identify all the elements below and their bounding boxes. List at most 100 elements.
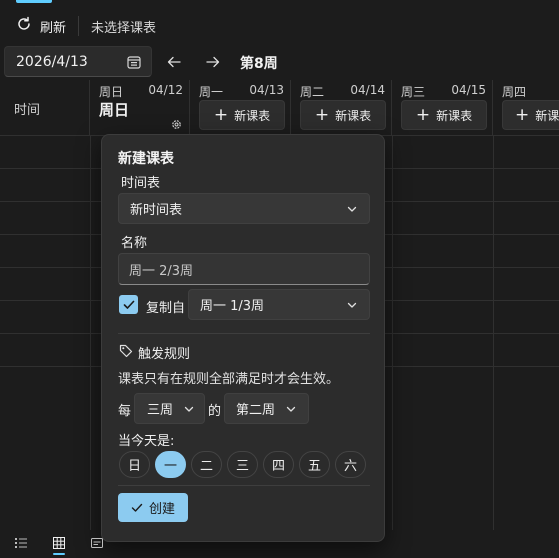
next-week-button[interactable] [201, 50, 225, 74]
time-column-header: 时间 [0, 80, 90, 136]
arrow-right-icon [206, 56, 220, 68]
date-label: 04/14 [350, 83, 385, 97]
copy-from-value: 周一 1/3周 [200, 299, 265, 314]
name-input[interactable]: 周一 2/3周 [118, 253, 370, 285]
of-label: 的 [208, 404, 222, 419]
name-value: 周一 2/3周 [129, 263, 194, 279]
plus-icon: + [213, 104, 229, 125]
weekday-toggle-label: 二 [199, 459, 213, 474]
trigger-rules-title: 触发规则 [138, 347, 191, 362]
check-icon [123, 300, 134, 309]
week-label: 第8周 [240, 56, 278, 72]
every-label: 每 [118, 404, 132, 419]
grid-column-line [493, 136, 494, 530]
date-picker[interactable]: 2026/4/13 [4, 46, 152, 77]
footer-divider [118, 485, 370, 486]
day-column-wednesday: 周三 04/15 + 新课表 [392, 80, 493, 136]
timetable-dropdown[interactable]: 新时间表 [118, 193, 370, 224]
schedule-status: 未选择课表 [91, 20, 157, 36]
chevron-down-icon [184, 406, 194, 412]
plus-icon: + [515, 104, 530, 125]
today-is-label: 当今天是: [118, 434, 175, 449]
weekday-label: 周三 [401, 85, 426, 99]
weekday-toggle-wed[interactable]: 三 [227, 451, 258, 478]
previous-week-button[interactable] [162, 50, 186, 74]
toolbar: 刷新 未选择课表 [0, 8, 559, 44]
copy-from-checkbox[interactable] [119, 295, 138, 314]
new-schedule-button[interactable]: + 新课表 [199, 100, 285, 130]
chevron-down-icon [286, 406, 296, 412]
refresh-icon [16, 16, 32, 36]
selected-tab-indicator [16, 0, 52, 3]
copy-from-label: 复制自 [146, 301, 186, 316]
arrow-left-icon [167, 56, 181, 68]
weekday-toggle-label: 三 [235, 459, 249, 474]
date-value: 2026/4/13 [16, 53, 88, 70]
time-header-label: 时间 [14, 102, 41, 118]
weekday-toggle-sun[interactable]: 日 [119, 451, 150, 478]
grid-header: 时间 周日 04/12 周日 周一 04/13 + 新课表 周二 04/14 + 新… [0, 80, 559, 136]
create-button[interactable]: 创建 [118, 493, 188, 522]
flyout-title: 新建课表 [118, 151, 174, 167]
weekday-toggle-label: 五 [307, 459, 321, 474]
timetable-label: 时间表 [121, 176, 161, 191]
list-view-icon[interactable] [15, 537, 27, 549]
create-label: 创建 [148, 502, 175, 517]
section-divider [118, 333, 370, 334]
view-switcher [0, 530, 559, 558]
day-column-monday: 周一 04/13 + 新课表 [190, 80, 291, 136]
plus-icon: + [314, 104, 330, 125]
date-label: 04/13 [249, 83, 284, 97]
weekday-toggle-label: 日 [127, 459, 141, 474]
weekday-toggle-thu[interactable]: 四 [263, 451, 294, 478]
day-title: 周日 [99, 101, 130, 119]
timetable-value: 新时间表 [130, 203, 183, 218]
period-value: 三周 [147, 403, 174, 418]
period-dropdown[interactable]: 三周 [134, 393, 205, 424]
tag-icon [119, 344, 133, 358]
day-column-tuesday: 周二 04/14 + 新课表 [291, 80, 392, 136]
weekday-toggle-fri[interactable]: 五 [299, 451, 330, 478]
refresh-label: 刷新 [40, 20, 67, 36]
weekday-toggle-tue[interactable]: 二 [191, 451, 222, 478]
new-schedule-label: 新课表 [436, 108, 473, 123]
chevron-down-icon [347, 302, 357, 308]
which-week-value: 第二周 [236, 403, 276, 418]
new-schedule-label: 新课表 [234, 108, 271, 123]
active-view-indicator [53, 553, 65, 555]
grid-view-icon[interactable] [53, 537, 65, 549]
date-bar: 2026/4/13 第8周 [0, 44, 559, 80]
date-label: 04/12 [148, 83, 183, 97]
weekday-toggle-label: 四 [271, 459, 285, 474]
chevron-down-icon [347, 206, 357, 212]
trigger-rules-description: 课表只有在规则全部满足时才会生效。 [118, 372, 340, 387]
weekday-toggle-label: 六 [343, 459, 357, 474]
check-icon [131, 503, 143, 512]
grid-column-line [392, 136, 393, 530]
date-label: 04/15 [451, 83, 486, 97]
new-schedule-button[interactable]: + 新课 [502, 100, 559, 130]
new-schedule-label: 新课 [535, 108, 559, 123]
which-week-dropdown[interactable]: 第二周 [224, 393, 309, 424]
new-schedule-label: 新课表 [335, 108, 372, 123]
weekday-toggle-mon[interactable]: 一 [155, 451, 186, 478]
plus-icon: + [415, 104, 431, 125]
copy-from-dropdown[interactable]: 周一 1/3周 [188, 289, 370, 320]
card-view-icon[interactable] [91, 537, 103, 549]
weekday-label: 周一 [199, 85, 224, 99]
day-column-thursday: 周四 + 新课 [493, 80, 559, 136]
calendar-icon [127, 56, 141, 69]
new-schedule-button[interactable]: + 新课表 [401, 100, 487, 130]
name-label: 名称 [121, 236, 148, 251]
new-schedule-button[interactable]: + 新课表 [300, 100, 386, 130]
weekday-label: 周二 [300, 85, 325, 99]
grid-column-line [90, 136, 91, 530]
gear-icon[interactable] [170, 118, 183, 131]
day-column-sunday: 周日 04/12 周日 [90, 80, 190, 136]
weekday-toggle-sat[interactable]: 六 [335, 451, 366, 478]
weekday-toggle-label: 一 [163, 459, 177, 474]
weekday-label: 周四 [502, 85, 527, 99]
refresh-button[interactable]: 刷新 [16, 11, 66, 41]
weekday-label: 周日 [99, 85, 124, 99]
toolbar-divider [78, 16, 80, 36]
